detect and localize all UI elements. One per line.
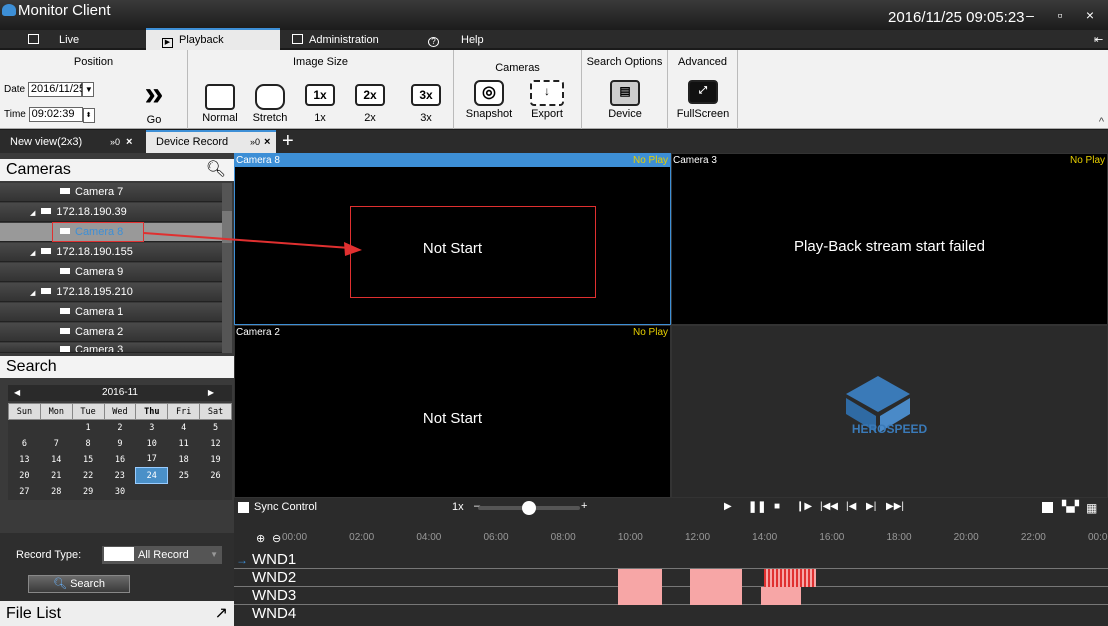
playback-controls: Sync Control 1x – + ▶ ❚❚ ■ ❙▶ |◀◀ |◀ ▶| … — [234, 498, 1108, 518]
layout-2x2-icon[interactable]: ▚▞ — [1062, 502, 1079, 513]
timeline-tick: 22:00 — [1020, 532, 1046, 543]
timeline: ⊕ ⊖ 00:00 02:00 04:00 06:00 08:00 10:00 12:00 1… — [234, 518, 1108, 626]
pause-icon[interactable]: ❚❚ — [748, 500, 766, 513]
timeline-row-wnd4[interactable]: WND4 — [234, 605, 1108, 623]
timeline-tick: 02:00 — [349, 532, 375, 543]
timeline-tick: 20:00 — [953, 532, 979, 543]
zoom-out-icon[interactable]: ⊖ — [272, 532, 281, 545]
zoom-in-icon[interactable]: ⊕ — [256, 532, 265, 545]
recording-segment — [618, 569, 662, 587]
recording-segment — [690, 569, 742, 587]
sync-label: Sync Control — [254, 501, 317, 513]
speed-slider[interactable] — [478, 501, 580, 515]
current-row-arrow-icon: → — [236, 553, 248, 567]
timeline-tick: 04:00 — [416, 532, 442, 543]
timeline-tick: 18:00 — [886, 532, 912, 543]
speed-slider-knob[interactable] — [522, 501, 536, 515]
frame-back-icon[interactable]: |◀ — [846, 501, 856, 512]
recording-segment — [761, 587, 801, 605]
timeline-row-wnd1[interactable]: → WND1 — [234, 551, 1108, 569]
frame-forward-icon[interactable]: ▶| — [866, 501, 876, 512]
step-forward-icon[interactable]: ❙▶ — [796, 501, 812, 512]
timeline-tick: 06:00 — [483, 532, 509, 543]
stop-icon[interactable]: ■ — [774, 501, 780, 512]
timeline-tick: 00:00 — [1088, 532, 1108, 543]
recording-segment — [618, 587, 662, 605]
timeline-tick: 16:00 — [819, 532, 845, 543]
recording-segment — [690, 587, 742, 605]
timeline-row-wnd2[interactable]: WND2 — [234, 569, 1108, 587]
timeline-tick: 08:00 — [550, 532, 576, 543]
timeline-row-wnd3[interactable]: WND3 — [234, 587, 1108, 605]
layout-1x1-icon[interactable] — [1042, 502, 1053, 513]
skip-back-icon[interactable]: |◀◀ — [820, 501, 838, 512]
recording-segment — [764, 569, 816, 587]
timeline-tick: 14:00 — [752, 532, 778, 543]
timeline-tick: 00:00 — [282, 532, 308, 543]
play-icon[interactable]: ▶ — [724, 501, 732, 512]
speed-readout: 1x — [452, 501, 464, 513]
sync-checkbox[interactable] — [238, 502, 249, 513]
timeline-tick: 12:00 — [685, 532, 711, 543]
skip-forward-icon[interactable]: ▶▶| — [886, 501, 904, 512]
layout-3x3-icon[interactable]: ▦ — [1086, 501, 1097, 515]
speed-plus-icon[interactable]: + — [581, 500, 587, 512]
timeline-tick: 10:00 — [617, 532, 643, 543]
